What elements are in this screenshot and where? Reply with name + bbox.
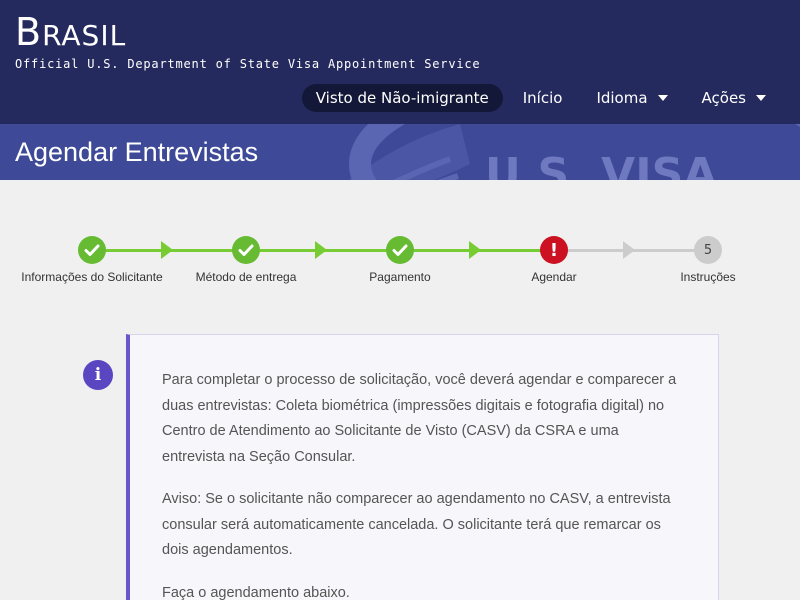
- page-banner: U.S. VISA Agendar Entrevistas: [0, 124, 800, 180]
- exclamation-icon: !: [549, 239, 559, 261]
- seal-text: U.S. VISA: [485, 149, 717, 180]
- check-icon: [392, 244, 408, 256]
- nav-actions-dropdown[interactable]: Ações: [688, 84, 780, 112]
- info-paragraph: Para completar o processo de solicitação…: [162, 372, 677, 465]
- step-4-label: Agendar: [531, 270, 577, 284]
- info-icon-glyph: i: [94, 365, 102, 385]
- step-1-status: [78, 236, 106, 264]
- progress-stepper: Informações do Solicitante Método de ent…: [0, 228, 800, 298]
- step-4-status: !: [540, 236, 568, 264]
- step-number: 5: [703, 242, 713, 258]
- step-2-status: [232, 236, 260, 264]
- visa-seal-watermark: U.S. VISA: [348, 124, 800, 180]
- nav-label: Visto de Não-imigrante: [315, 89, 489, 107]
- nav-home[interactable]: Início: [509, 84, 577, 112]
- nav-nonimmigrant-visa[interactable]: Visto de Não-imigrante: [301, 84, 503, 112]
- nav-label: Ações: [701, 89, 746, 107]
- step-2-label: Método de entrega: [195, 270, 297, 284]
- info-panel: Para completar o processo de solicitação…: [126, 334, 719, 600]
- step-5-status: 5: [694, 236, 722, 264]
- nav-label: Início: [522, 89, 563, 107]
- brand-title-cap: B: [15, 10, 43, 54]
- brand-subtitle: Official U.S. Department of State Visa A…: [15, 57, 481, 71]
- step-1-label: Informações do Solicitante: [21, 270, 163, 284]
- chevron-down-icon: [657, 95, 668, 101]
- step-arrow-icon: [161, 241, 173, 259]
- info-icon: i: [83, 360, 113, 390]
- step-arrow-icon: [623, 241, 635, 259]
- main-nav: Visto de Não-imigrante Início Idioma Açõ…: [296, 84, 780, 112]
- step-3-status: [386, 236, 414, 264]
- chevron-down-icon: [756, 95, 766, 101]
- nav-label: Idioma: [596, 89, 648, 107]
- instruction-paragraph: Faça o agendamento abaixo.: [162, 585, 350, 600]
- brand-title-rest: RASIL: [42, 19, 127, 52]
- step-arrow-icon: [315, 241, 327, 259]
- brand-title: BRASIL: [15, 10, 126, 54]
- nav-language-dropdown[interactable]: Idioma: [582, 84, 681, 112]
- warning-paragraph: Aviso: Se o solicitante não comparecer a…: [162, 491, 671, 558]
- page-title: Agendar Entrevistas: [15, 137, 259, 167]
- site-header: BRASIL Official U.S. Department of State…: [0, 0, 800, 124]
- step-5-label: Instruções: [680, 270, 736, 284]
- check-icon: [238, 244, 254, 256]
- step-3-label: Pagamento: [369, 270, 431, 284]
- check-icon: [84, 244, 100, 256]
- step-arrow-icon: [469, 241, 481, 259]
